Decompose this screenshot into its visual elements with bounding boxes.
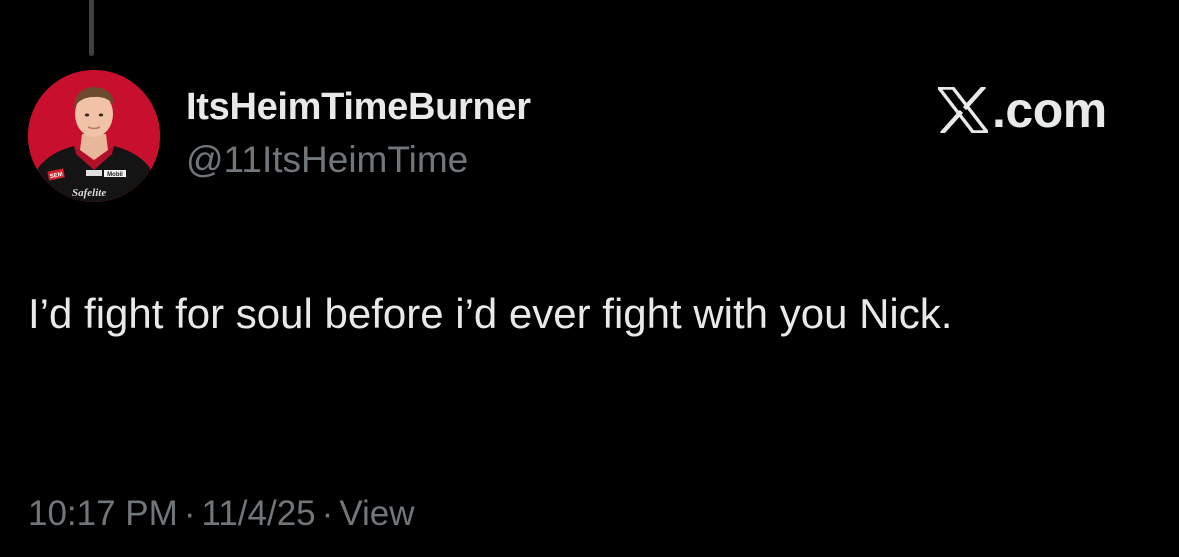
display-name[interactable]: ItsHeimTimeBurner (186, 86, 531, 129)
tweet-time[interactable]: 10:17 PM (28, 494, 178, 533)
thread-connector-line (89, 0, 94, 56)
sponsor-chest-mobil: Mobil (107, 172, 123, 178)
x-com-watermark: .com (938, 82, 1107, 138)
meta-separator: · (183, 494, 196, 533)
tweet-text: I’d fight for soul before i’d ever fight… (28, 290, 953, 337)
meta-separator: · (321, 494, 334, 533)
tweet-date[interactable]: 11/4/25 (201, 494, 315, 533)
watermark-suffix: .com (992, 82, 1107, 138)
x-logo-icon (938, 87, 988, 133)
tweet-meta: 10:17 PM · 11/4/25 · View (28, 494, 415, 534)
driver-avatar-icon: SEM Mobil Safelite (28, 70, 160, 202)
sponsor-safelite: Safelite (72, 187, 106, 199)
user-handle[interactable]: @11ItsHeimTime (186, 139, 468, 181)
view-link[interactable]: View (339, 494, 414, 533)
avatar[interactable]: SEM Mobil Safelite (28, 70, 160, 202)
